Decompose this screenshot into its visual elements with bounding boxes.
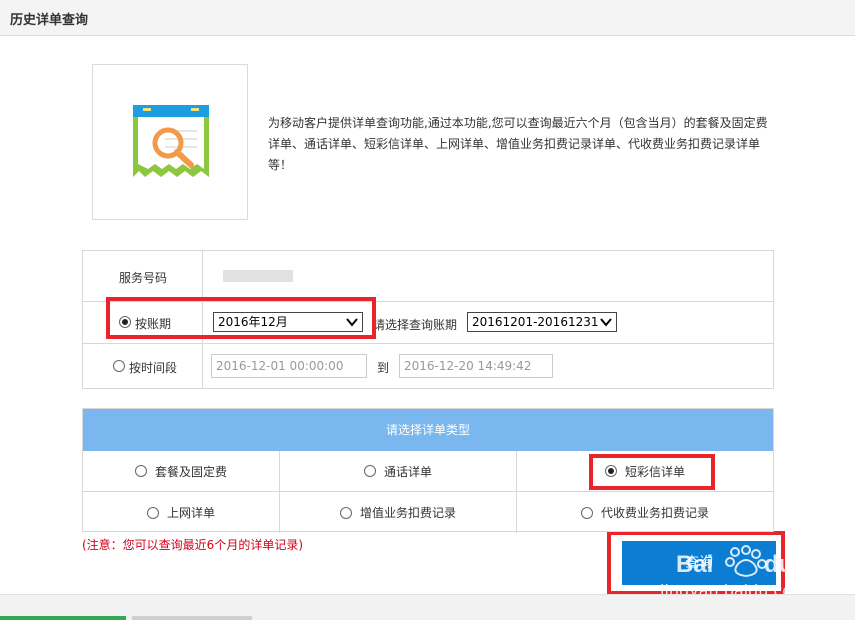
end-time-input[interactable]: 2016-12-20 14:49:42 — [399, 354, 553, 378]
service-number-label: 服务号码 — [119, 271, 168, 285]
type-label: 上网详单 — [166, 506, 215, 520]
by-time-radio[interactable] — [113, 360, 125, 372]
type-option-calls[interactable]: 通话详单 — [280, 451, 517, 492]
start-time-input[interactable]: 2016-12-01 00:00:00 — [211, 354, 367, 378]
by-time-row: 按时间段 2016-12-01 00:00:00 到 2016-12-20 14… — [83, 344, 773, 388]
select-period-label: 请选择查询账期 — [373, 318, 458, 332]
type-radio[interactable] — [580, 506, 593, 519]
type-label: 套餐及固定费 — [154, 464, 227, 479]
footer-bar — [0, 594, 855, 620]
highlight-by-period — [106, 297, 376, 339]
svg-text:经验: 经验 — [790, 556, 820, 577]
chevron-down-icon — [600, 313, 612, 338]
detail-query-illustration — [92, 64, 248, 220]
type-label: 代收费业务扣费记录 — [600, 506, 709, 520]
query-button[interactable]: 查询 — [622, 541, 776, 585]
receipt-search-icon — [133, 105, 209, 177]
page-title: 历史详单查询 — [10, 13, 89, 28]
type-option-value-added[interactable]: 增值业务扣费记录 — [280, 492, 517, 533]
to-label: 到 — [377, 361, 390, 375]
footer-tab-active[interactable] — [0, 616, 126, 620]
period-range-select[interactable]: 20161201-20161231 — [467, 312, 617, 332]
footer-tab-inactive[interactable] — [132, 616, 252, 620]
type-label: 增值业务扣费记录 — [359, 506, 456, 520]
type-option-sms[interactable]: 短彩信详单 — [517, 451, 773, 492]
type-option-collection[interactable]: 代收费业务扣费记录 — [517, 492, 773, 533]
type-radio[interactable] — [134, 465, 147, 477]
query-note: (注意：您可以查询最近6个月的详单记录) — [82, 538, 303, 552]
intro-description: 为移动客户提供详单查询功能,通过本功能,您可以查询最近六个月（包含当月）的套餐及… — [268, 116, 768, 172]
type-label: 短彩信详单 — [624, 464, 685, 479]
type-radio[interactable] — [339, 506, 352, 519]
type-option-package[interactable]: 套餐及固定费 — [83, 451, 280, 492]
service-number-value-masked — [223, 270, 293, 282]
type-label: 通话详单 — [383, 464, 432, 479]
type-radio[interactable] — [363, 465, 376, 477]
detail-type-table: 请选择详单类型 套餐及固定费 通话详单 短彩信详单 上网详单 增值业务扣费记录 … — [82, 408, 774, 533]
by-time-label[interactable]: 按时间段 — [129, 359, 177, 376]
period-range-value: 20161201-20161231 — [472, 315, 599, 329]
page-header: 历史详单查询 — [0, 0, 855, 36]
detail-type-header: 请选择详单类型 — [83, 409, 773, 451]
service-number-row: 服务号码 — [83, 251, 773, 302]
type-radio[interactable] — [146, 506, 159, 519]
type-option-internet[interactable]: 上网详单 — [83, 492, 280, 533]
type-radio[interactable] — [604, 465, 617, 477]
